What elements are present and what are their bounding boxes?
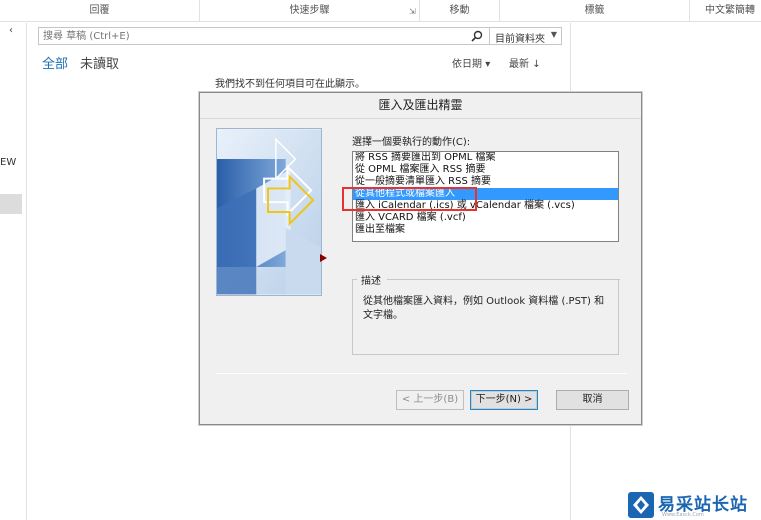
- cancel-button[interactable]: 取消: [556, 390, 629, 410]
- dialog-launcher-icon[interactable]: ⇲: [409, 8, 417, 16]
- pointer-marker-icon: [320, 254, 327, 262]
- site-logo-icon: [628, 492, 654, 518]
- ribbon-group-chinese-conversion: 中文繁簡轉: [705, 5, 755, 16]
- ribbon-group-move: 移動: [420, 0, 500, 22]
- annotation-highlight-box: [342, 187, 477, 211]
- sort-order-label: 最新: [509, 59, 529, 70]
- empty-list-message: 我們找不到任何項目可在此顯示。: [215, 79, 365, 90]
- dialog-title: 匯入及匯出精靈: [200, 93, 641, 119]
- search-input[interactable]: [43, 28, 463, 44]
- ribbon-group-bar: 回覆 快速步驟 ⇲ 移動 標籤 中文繁簡轉: [0, 0, 761, 22]
- folder-label-fragment: EW: [0, 157, 17, 168]
- group-border: [387, 279, 620, 280]
- watermark-subtext: Www.Easck.Com: [662, 512, 704, 518]
- chevron-down-icon: ▾: [485, 59, 491, 70]
- import-export-wizard-dialog: 匯入及匯出精靈 選擇一個要執行的動作(C): 將 RSS 摘要匯出到 OPML …: [199, 92, 642, 425]
- action-item-import-vcard[interactable]: 匯入 VCARD 檔案 (.vcf): [353, 212, 618, 224]
- ribbon-group-quick-steps: 快速步驟: [200, 0, 420, 22]
- sort-by-date-button[interactable]: 依日期 ▾: [452, 55, 490, 70]
- action-item-export-rss-opml[interactable]: 將 RSS 摘要匯出到 OPML 檔案: [353, 152, 618, 164]
- next-button[interactable]: 下一步(N) >: [470, 390, 538, 410]
- description-legend: 描述: [359, 272, 383, 287]
- ribbon-group-tags: 標籤: [500, 0, 690, 22]
- action-label: 選擇一個要執行的動作(C):: [352, 137, 471, 148]
- search-icon[interactable]: [471, 30, 483, 42]
- description-group: 描述 從其他檔案匯入資料，例如 Outlook 資料檔 (.PST) 和文字檔。: [352, 272, 620, 355]
- sort-by-label: 依日期: [452, 59, 482, 70]
- ribbon-group-reply: 回覆: [0, 0, 200, 22]
- sort-order-button[interactable]: 最新 ↓: [509, 55, 541, 70]
- filter-unread[interactable]: 未讀取: [80, 53, 119, 72]
- search-box: [38, 27, 490, 45]
- dialog-separator: [216, 373, 627, 374]
- folder-pane: ‹ EW: [0, 23, 27, 520]
- wizard-graphic-icon: [216, 128, 322, 296]
- action-item-export-file[interactable]: 匯出至檔案: [353, 224, 618, 236]
- search-scope-dropdown[interactable]: 目前資料夾 ▼: [490, 27, 562, 45]
- search-scope-label: 目前資料夾: [495, 34, 545, 45]
- action-item-import-rss-opml[interactable]: 從 OPML 檔案匯入 RSS 摘要: [353, 164, 618, 176]
- collapse-pane-icon[interactable]: ‹: [9, 25, 13, 36]
- watermark: 易采站长站 Www.Easck.Com: [626, 489, 761, 520]
- selected-folder-item[interactable]: [0, 194, 22, 214]
- description-text: 從其他檔案匯入資料，例如 Outlook 資料檔 (.PST) 和文字檔。: [363, 296, 605, 321]
- chevron-down-icon: ▼: [550, 30, 557, 39]
- group-border: [353, 279, 357, 280]
- arrow-down-icon: ↓: [532, 59, 541, 70]
- filter-all[interactable]: 全部: [42, 53, 68, 72]
- back-button[interactable]: < 上一步(B): [396, 390, 464, 410]
